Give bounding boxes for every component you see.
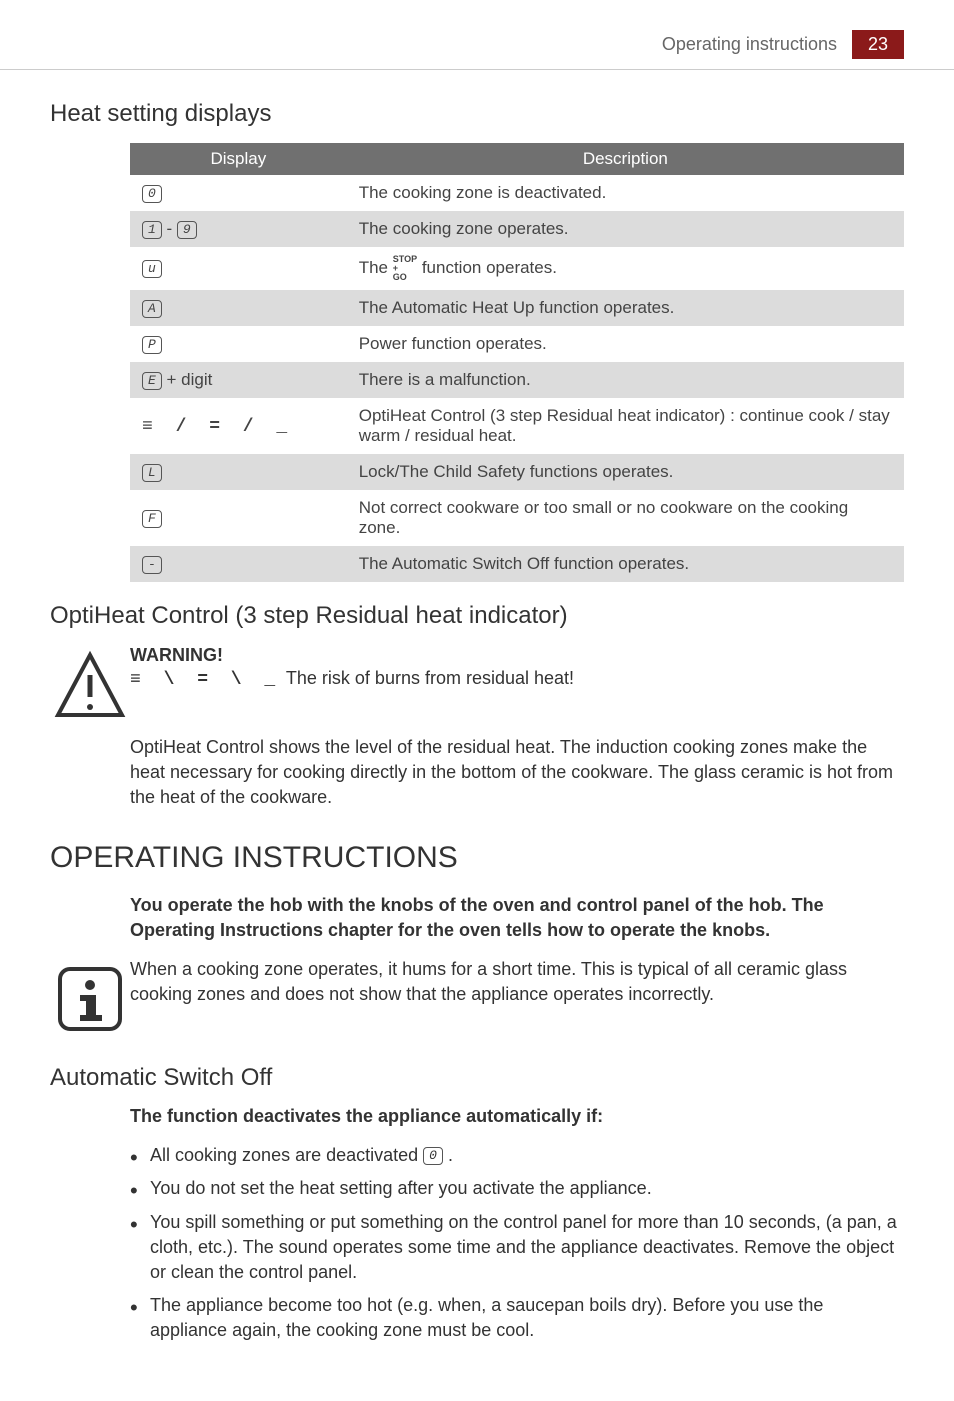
description-cell: The cooking zone operates. [347,211,904,247]
table-row: ≡ / = / _OptiHeat Control (3 step Residu… [130,398,904,454]
warning-icon [50,645,130,727]
display-cell: - [130,546,347,582]
page-header: Operating instructions 23 [0,0,954,70]
auto-off-subheading: The function deactivates the appliance a… [130,1104,904,1129]
list-item: You spill something or put something on … [130,1210,904,1286]
display-cell: 1 - 9 [130,211,347,247]
description-cell: The STOP+GO function operates. [347,247,904,290]
header-section-title: Operating instructions [662,34,837,55]
table-row: LLock/The Child Safety functions operate… [130,454,904,490]
description-cell: Lock/The Child Safety functions operates… [347,454,904,490]
description-cell: The cooking zone is deactivated. [347,175,904,211]
description-cell: There is a malfunction. [347,362,904,398]
info-block: When a cooking zone operates, it hums fo… [50,957,904,1039]
col-display-header: Display [130,143,347,175]
heat-setting-table: Display Description 0The cooking zone is… [130,143,904,582]
residual-heat-symbols: ≡ \ = \ _ [130,670,281,690]
description-cell: OptiHeat Control (3 step Residual heat i… [347,398,904,454]
page-number-badge: 23 [852,30,904,59]
table-row: 1 - 9The cooking zone operates. [130,211,904,247]
table-row: AThe Automatic Heat Up function operates… [130,290,904,326]
description-cell: Power function operates. [347,326,904,362]
heat-setting-heading: Heat setting displays [50,100,904,128]
auto-off-heading: Automatic Switch Off [50,1064,904,1092]
auto-off-list: All cooking zones are deactivated 0 . Yo… [130,1143,904,1343]
list-item: You do not set the heat setting after yo… [130,1176,904,1201]
table-row: uThe STOP+GO function operates. [130,247,904,290]
display-cell: P [130,326,347,362]
zero-symbol-icon: 0 [423,1147,443,1165]
table-row: -The Automatic Switch Off function opera… [130,546,904,582]
display-cell: F [130,490,347,546]
operating-heading: OPERATING INSTRUCTIONS [50,841,904,875]
description-cell: The Automatic Heat Up function operates. [347,290,904,326]
display-cell: ≡ / = / _ [130,398,347,454]
description-cell: Not correct cookware or too small or no … [347,490,904,546]
info-text: When a cooking zone operates, it hums fo… [130,957,904,1007]
description-cell: The Automatic Switch Off function operat… [347,546,904,582]
table-row: 0The cooking zone is deactivated. [130,175,904,211]
col-description-header: Description [347,143,904,175]
display-cell: L [130,454,347,490]
page-content: Heat setting displays Display Descriptio… [0,70,954,1401]
list-item: All cooking zones are deactivated 0 . [130,1143,904,1168]
optiheat-body: OptiHeat Control shows the level of the … [130,735,904,811]
operating-intro: You operate the hob with the knobs of th… [130,893,904,943]
display-cell: 0 [130,175,347,211]
table-row: PPower function operates. [130,326,904,362]
warning-title: WARNING! [130,645,904,666]
warning-block: WARNING! ≡ \ = \ _ The risk of burns fro… [50,645,904,727]
warning-text: ≡ \ = \ _ The risk of burns from residua… [130,666,904,693]
display-cell: E + digit [130,362,347,398]
table-row: FNot correct cookware or too small or no… [130,490,904,546]
table-row: E + digitThere is a malfunction. [130,362,904,398]
optiheat-heading: OptiHeat Control (3 step Residual heat i… [50,602,904,630]
display-cell: A [130,290,347,326]
list-item: The appliance become too hot (e.g. when,… [130,1293,904,1343]
info-icon [50,957,130,1039]
display-cell: u [130,247,347,290]
